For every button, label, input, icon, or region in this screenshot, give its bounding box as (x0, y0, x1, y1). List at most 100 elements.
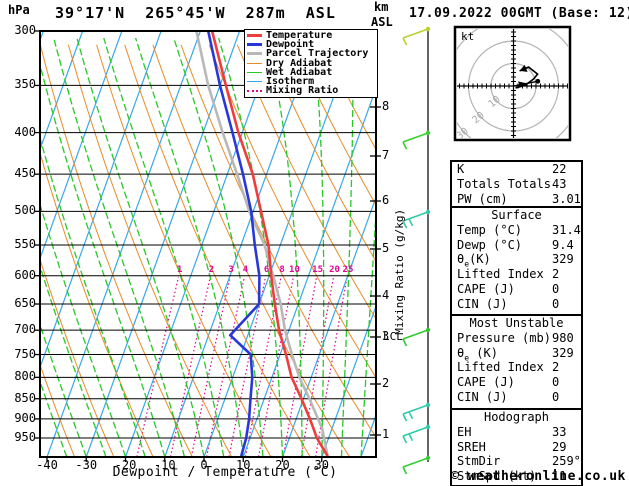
stats-row-label: θe(K) (457, 252, 491, 269)
stats-box-most-unstable: Most Unstable Pressure (mb) 980 θe (K) 329 Li… (450, 314, 583, 411)
pressure-tick-label: 900 (14, 410, 36, 425)
stats-row: Temp (°C) 31.4 (452, 223, 581, 238)
legend-swatch-wet-adiabat (247, 71, 262, 73)
stats-row-label: Totals Totals (457, 176, 551, 191)
stats-row-label: θe (K) (457, 345, 498, 362)
temperature-tick-label: -30 (75, 458, 98, 472)
stats-row-label: PW (cm) (457, 191, 508, 206)
asl-label: ASL (371, 15, 393, 29)
stats-row-label: EH (457, 424, 472, 439)
legend-swatch-isotherm (247, 81, 262, 83)
legend-swatch-parcel-trajectory (247, 52, 262, 56)
pressure-axis-unit: hPa (8, 3, 30, 17)
stats-row-label: Pressure (mb) (457, 330, 551, 345)
km-tick-label: 2 (382, 376, 390, 390)
hodograph-unit-label: kt (461, 30, 475, 43)
mixing-ratio-label: 10 (289, 265, 300, 275)
mixing-ratio-label: 2 (208, 265, 215, 275)
pressure-tick-label: 750 (14, 346, 36, 361)
credit-footer: © weatheronline.co.uk (451, 469, 626, 484)
hodograph-bg (457, 29, 568, 138)
stats-row-value: 29 (552, 439, 567, 454)
stats-row-value: 0 (552, 296, 560, 311)
pressure-tick-label: 500 (14, 203, 36, 218)
km-tick-label: 4 (382, 288, 390, 302)
km-tick-label: 1 (382, 427, 390, 441)
stats-row-value: 2 (552, 360, 560, 375)
run-date-title: 17.09.2022 00GMT (Base: 12) (409, 6, 629, 21)
stats-row-label: Temp (°C) (457, 222, 523, 237)
stats-row: CAPE (J) 0 (452, 282, 581, 297)
stats-row-value: 259° (552, 454, 581, 469)
stats-row-value: 980 (552, 330, 574, 345)
stats-row: Lifted Index 2 (452, 360, 581, 375)
stats-row: K 22 (452, 162, 581, 177)
x-axis-title: Dewpoint / Temperature (°C) (112, 465, 338, 480)
stats-row-value: 43 (552, 176, 567, 191)
stats-row: EH 33 (452, 425, 581, 440)
pressure-tick-label: 800 (14, 369, 36, 384)
pressure-tick-label: 700 (14, 322, 36, 337)
stats-row: Totals Totals 43 (452, 177, 581, 192)
stats-row: PW (cm) 3.01 (452, 192, 581, 207)
legend-swatch-dry-adiabat (247, 62, 262, 64)
stats-row-value: 9.4 (552, 237, 574, 252)
mixing-ratio-axis-title: Mixing Ratio (g/kg) (393, 208, 407, 335)
stats-row-value: 31.4 (552, 222, 581, 237)
stats-row: CIN (J) 0 (452, 390, 581, 405)
km-tick-label: 6 (382, 193, 390, 207)
mixing-ratio-label: 15 (312, 265, 323, 275)
stats-box-header: Surface (491, 208, 542, 222)
pressure-tick-label: 400 (14, 124, 36, 139)
stats-row-value: 329 (552, 252, 574, 267)
stats-row-label: SREH (457, 439, 486, 454)
stats-row: Lifted Index 2 (452, 267, 581, 282)
legend-label: Mixing Ratio (266, 85, 339, 97)
legend-swatch-dewpoint (247, 43, 262, 47)
mixing-ratio-label: 1 (176, 265, 183, 275)
pressure-tick-label: 600 (14, 267, 36, 282)
stats-box-indices: K 22 Totals Totals 43 PW (cm) 3.01 (450, 160, 583, 209)
stats-row: StmDir 259° (452, 454, 581, 469)
stats-row-value: 0 (552, 389, 560, 404)
stats-row-label: Lifted Index (457, 267, 544, 282)
stats-box-header: Most Unstable (469, 316, 564, 330)
stats-row-label: Lifted Index (457, 360, 544, 375)
stats-row-label: CAPE (J) (457, 281, 515, 296)
pressure-tick-label: 950 (14, 430, 36, 444)
mixing-ratio-label: 4 (242, 265, 249, 275)
km-tick-label: 7 (382, 148, 390, 162)
stats-row-label: K (457, 162, 465, 176)
pressure-tick-label: 550 (14, 237, 36, 252)
pressure-tick-label: 450 (14, 166, 36, 181)
stats-row: CIN (J) 0 (452, 297, 581, 312)
stats-box-surface: Surface Temp (°C) 31.4 Dewp (°C) 9.4 θe(K) 329… (450, 206, 583, 317)
temperature-tick-label: -40 (36, 458, 58, 472)
stats-row-value: 0 (552, 281, 560, 296)
stats-row: Dewp (°C) 9.4 (452, 238, 581, 253)
pressure-tick-label: 650 (14, 296, 36, 310)
km-axis-unit: km (374, 0, 389, 14)
legend-swatch-mixing-ratio (247, 89, 262, 92)
stats-row: CAPE (J) 0 (452, 375, 581, 390)
stats-row: Pressure (mb) 980 (452, 331, 581, 346)
stats-row: θe (K) 329 (452, 345, 581, 362)
stats-row-value: 329 (552, 345, 574, 360)
stats-row-value: 3.01 (552, 191, 581, 206)
legend-swatch-temperature (247, 34, 262, 38)
stats-row-label: CIN (J) (457, 389, 508, 404)
lcl-marker-label: LCL (383, 330, 403, 343)
km-tick-label: 8 (382, 99, 390, 113)
stats-row-label: CAPE (J) (457, 375, 515, 390)
mixing-ratio-label: 25 (342, 265, 354, 275)
stats-box-header: Hodograph (483, 410, 550, 424)
storm-motion-dot (535, 78, 541, 84)
pressure-tick-label: 350 (14, 77, 36, 92)
skewt-sounding-app: 10 20 30 hPa 39°17'N 265°45'W 287m ASL km … (0, 0, 629, 486)
legend: Temperature Dewpoint Parcel Trajectory Dry … (244, 29, 378, 98)
stats-row-label: Dewp (°C) (457, 237, 523, 252)
km-tick-label: 5 (382, 241, 390, 255)
pressure-tick-label: 300 (14, 23, 36, 37)
stats-row-value: 22 (552, 162, 567, 176)
stats-row-label: CIN (J) (457, 296, 508, 311)
